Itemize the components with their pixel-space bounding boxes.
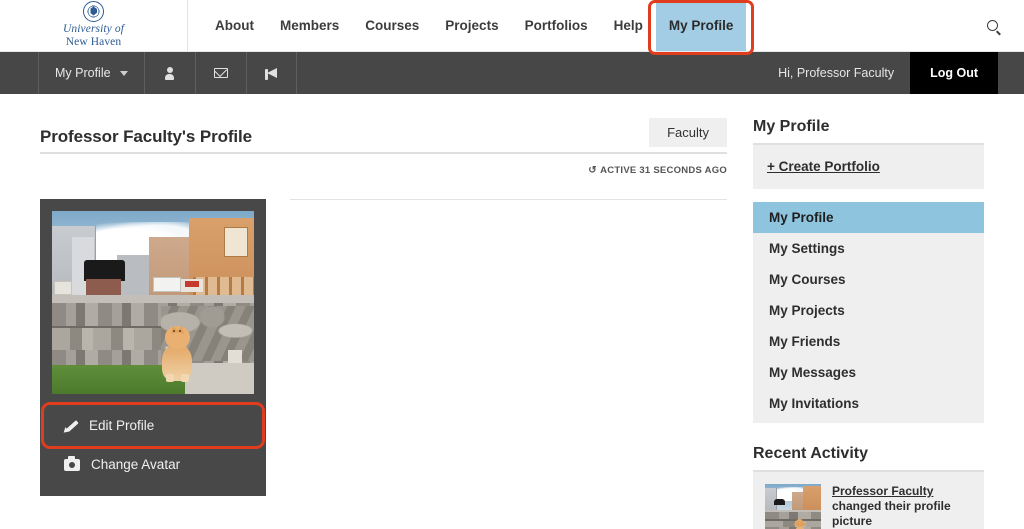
- site-header: University of New Haven About Members Co…: [0, 0, 1024, 55]
- sidebar-heading: My Profile: [753, 94, 984, 145]
- cat-leg-right: [180, 373, 189, 383]
- profile-header: Professor Faculty's Profile Faculty: [40, 94, 727, 154]
- main-content-column: Professor Faculty's Profile Faculty ↻ AC…: [40, 94, 753, 529]
- cat-leg-left: [165, 373, 174, 383]
- site-logo[interactable]: University of New Haven: [0, 0, 188, 51]
- photo-small-stone-2: [227, 350, 242, 363]
- photo-building-mid: [148, 236, 190, 303]
- user-icon: [165, 67, 175, 80]
- search-button[interactable]: [977, 0, 1024, 51]
- avatar-panel: Edit Profile Change Avatar: [40, 199, 266, 496]
- admin-my-profile-menu[interactable]: My Profile: [38, 52, 144, 94]
- thumb-orange-cat: [793, 518, 807, 529]
- camera-icon: [64, 455, 80, 471]
- cat-head: [164, 324, 190, 350]
- activity-action-text: changed their profile picture: [832, 499, 951, 528]
- chevron-down-icon: [119, 70, 128, 76]
- sidebar-item-my-settings[interactable]: My Settings: [753, 233, 984, 264]
- photo-orange-cat: [155, 324, 199, 383]
- nav-item-my-profile[interactable]: My Profile: [647, 0, 754, 55]
- thumb-dark-monument: [773, 499, 786, 506]
- logo-text: University of New Haven: [63, 23, 124, 49]
- thumb-cat-ear-right: [793, 518, 803, 528]
- photo-sign-left: [54, 280, 73, 296]
- admin-bar: My Profile Hi, Professor Faculty Log Out: [0, 52, 1024, 94]
- sidebar: My Profile + Create Portfolio My Profile…: [753, 94, 984, 529]
- avatar-actions: Edit Profile Change Avatar: [41, 402, 265, 484]
- sidebar-item-my-courses[interactable]: My Courses: [753, 264, 984, 295]
- sidebar-item-my-invitations[interactable]: My Invitations: [753, 388, 984, 419]
- nav-item-about[interactable]: About: [202, 0, 267, 51]
- admin-my-profile-label: My Profile: [55, 66, 111, 80]
- sidebar-item-my-profile[interactable]: My Profile: [753, 202, 984, 233]
- page-body: Professor Faculty's Profile Faculty ↻ AC…: [0, 94, 1024, 529]
- admin-bar-right-pad: [998, 52, 1024, 94]
- envelope-icon: [213, 68, 228, 78]
- admin-bar-left-pad: [0, 52, 38, 94]
- change-avatar-label: Change Avatar: [91, 457, 181, 472]
- activity-user-link[interactable]: Professor Faculty: [832, 484, 933, 498]
- search-icon: [987, 20, 998, 31]
- header-spacer: [746, 0, 977, 51]
- megaphone-icon: [264, 67, 278, 80]
- cat-ear-right: [175, 324, 186, 334]
- activity-item: Professor Faculty changed their profile …: [753, 472, 984, 529]
- sidebar-menu: My Profile My Settings My Courses My Pro…: [753, 202, 984, 423]
- nav-item-projects[interactable]: Projects: [432, 0, 511, 51]
- nav-item-courses[interactable]: Courses: [352, 0, 432, 51]
- content-divider: [290, 199, 727, 200]
- user-greeting: Hi, Professor Faculty: [778, 66, 895, 80]
- admin-notifications-button[interactable]: [245, 52, 297, 94]
- member-type-badge[interactable]: Faculty: [649, 118, 727, 147]
- recent-activity-heading: Recent Activity: [753, 423, 984, 472]
- admin-user-button[interactable]: [143, 52, 195, 94]
- profile-lower-area: Edit Profile Change Avatar: [40, 199, 727, 496]
- admin-bar-spacer: [297, 52, 763, 94]
- sidebar-item-my-messages[interactable]: My Messages: [753, 357, 984, 388]
- active-status-text: ACTIVE 31 SECONDS AGO: [600, 165, 727, 176]
- nav-item-members[interactable]: Members: [267, 0, 352, 51]
- activity-thumbnail[interactable]: [765, 484, 821, 529]
- change-avatar-button[interactable]: Change Avatar: [52, 445, 254, 484]
- create-portfolio-link[interactable]: + Create Portfolio: [767, 159, 880, 174]
- pencil-icon: [64, 419, 78, 433]
- active-status-line: ↻ ACTIVE 31 SECONDS AGO: [40, 165, 727, 176]
- activity-body: Professor Faculty changed their profile …: [832, 484, 972, 529]
- avatar[interactable]: [52, 211, 254, 394]
- university-seal-icon: [83, 0, 104, 22]
- cat-eye-left: [172, 330, 175, 332]
- logo-line-2: New Haven: [65, 35, 122, 48]
- photo-sign-center: [153, 276, 182, 292]
- refresh-icon: ↻: [587, 165, 597, 176]
- nav-item-help[interactable]: Help: [601, 0, 656, 51]
- photo-building-window: [223, 227, 248, 257]
- thumb-cat-head: [793, 518, 807, 528]
- photo-sign-red-accent: [185, 281, 200, 287]
- activity-text: Professor Faculty changed their profile …: [832, 484, 972, 529]
- logout-button[interactable]: Log Out: [910, 52, 998, 94]
- logo-line-1: University of: [62, 22, 125, 35]
- edit-profile-button[interactable]: Edit Profile: [41, 402, 265, 449]
- photo-dark-monument: [84, 260, 125, 281]
- profile-detail-area: [266, 199, 727, 496]
- create-portfolio-panel: + Create Portfolio: [753, 145, 984, 189]
- primary-navigation: About Members Courses Projects Portfolio…: [188, 0, 754, 55]
- admin-messages-button[interactable]: [194, 52, 246, 94]
- nav-item-portfolios[interactable]: Portfolios: [512, 0, 601, 51]
- page-title: Professor Faculty's Profile: [40, 127, 253, 146]
- sidebar-item-my-projects[interactable]: My Projects: [753, 295, 984, 326]
- sidebar-item-my-friends[interactable]: My Friends: [753, 326, 984, 357]
- photo-monument-base: [86, 278, 121, 296]
- edit-profile-label: Edit Profile: [89, 418, 155, 433]
